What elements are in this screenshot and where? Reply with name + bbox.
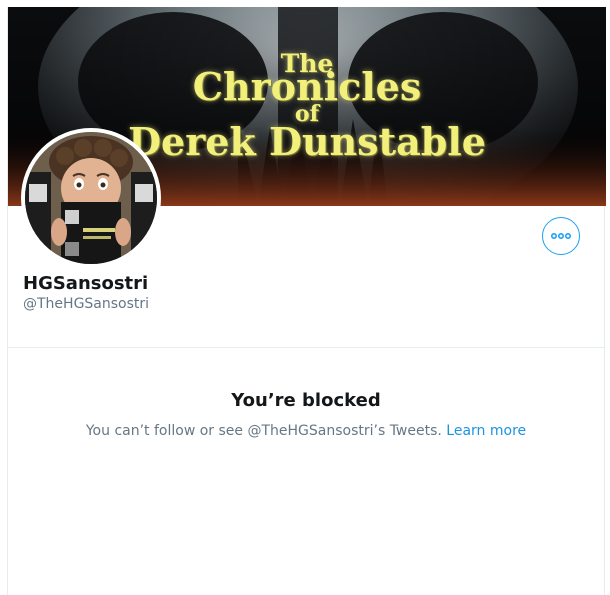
profile-page: The Chronicles of Derek Dunstable HGSans… [7, 7, 606, 595]
blocked-message: You can’t follow or see @TheHGSansostri’… [8, 423, 604, 439]
avatar-photo-image [25, 132, 157, 264]
section-divider [8, 347, 604, 348]
profile-handle: @TheHGSansostri [23, 296, 150, 312]
profile-display-name: HGSansostri [23, 273, 149, 294]
blocked-title: You’re blocked [231, 390, 381, 411]
profile-avatar[interactable] [21, 128, 161, 268]
blocked-message-text: You can’t follow or see @TheHGSansostri’… [85, 423, 442, 439]
learn-more-link[interactable]: Learn more [446, 423, 526, 439]
more-horizontal-icon [551, 232, 571, 240]
more-options-button[interactable] [542, 217, 580, 255]
